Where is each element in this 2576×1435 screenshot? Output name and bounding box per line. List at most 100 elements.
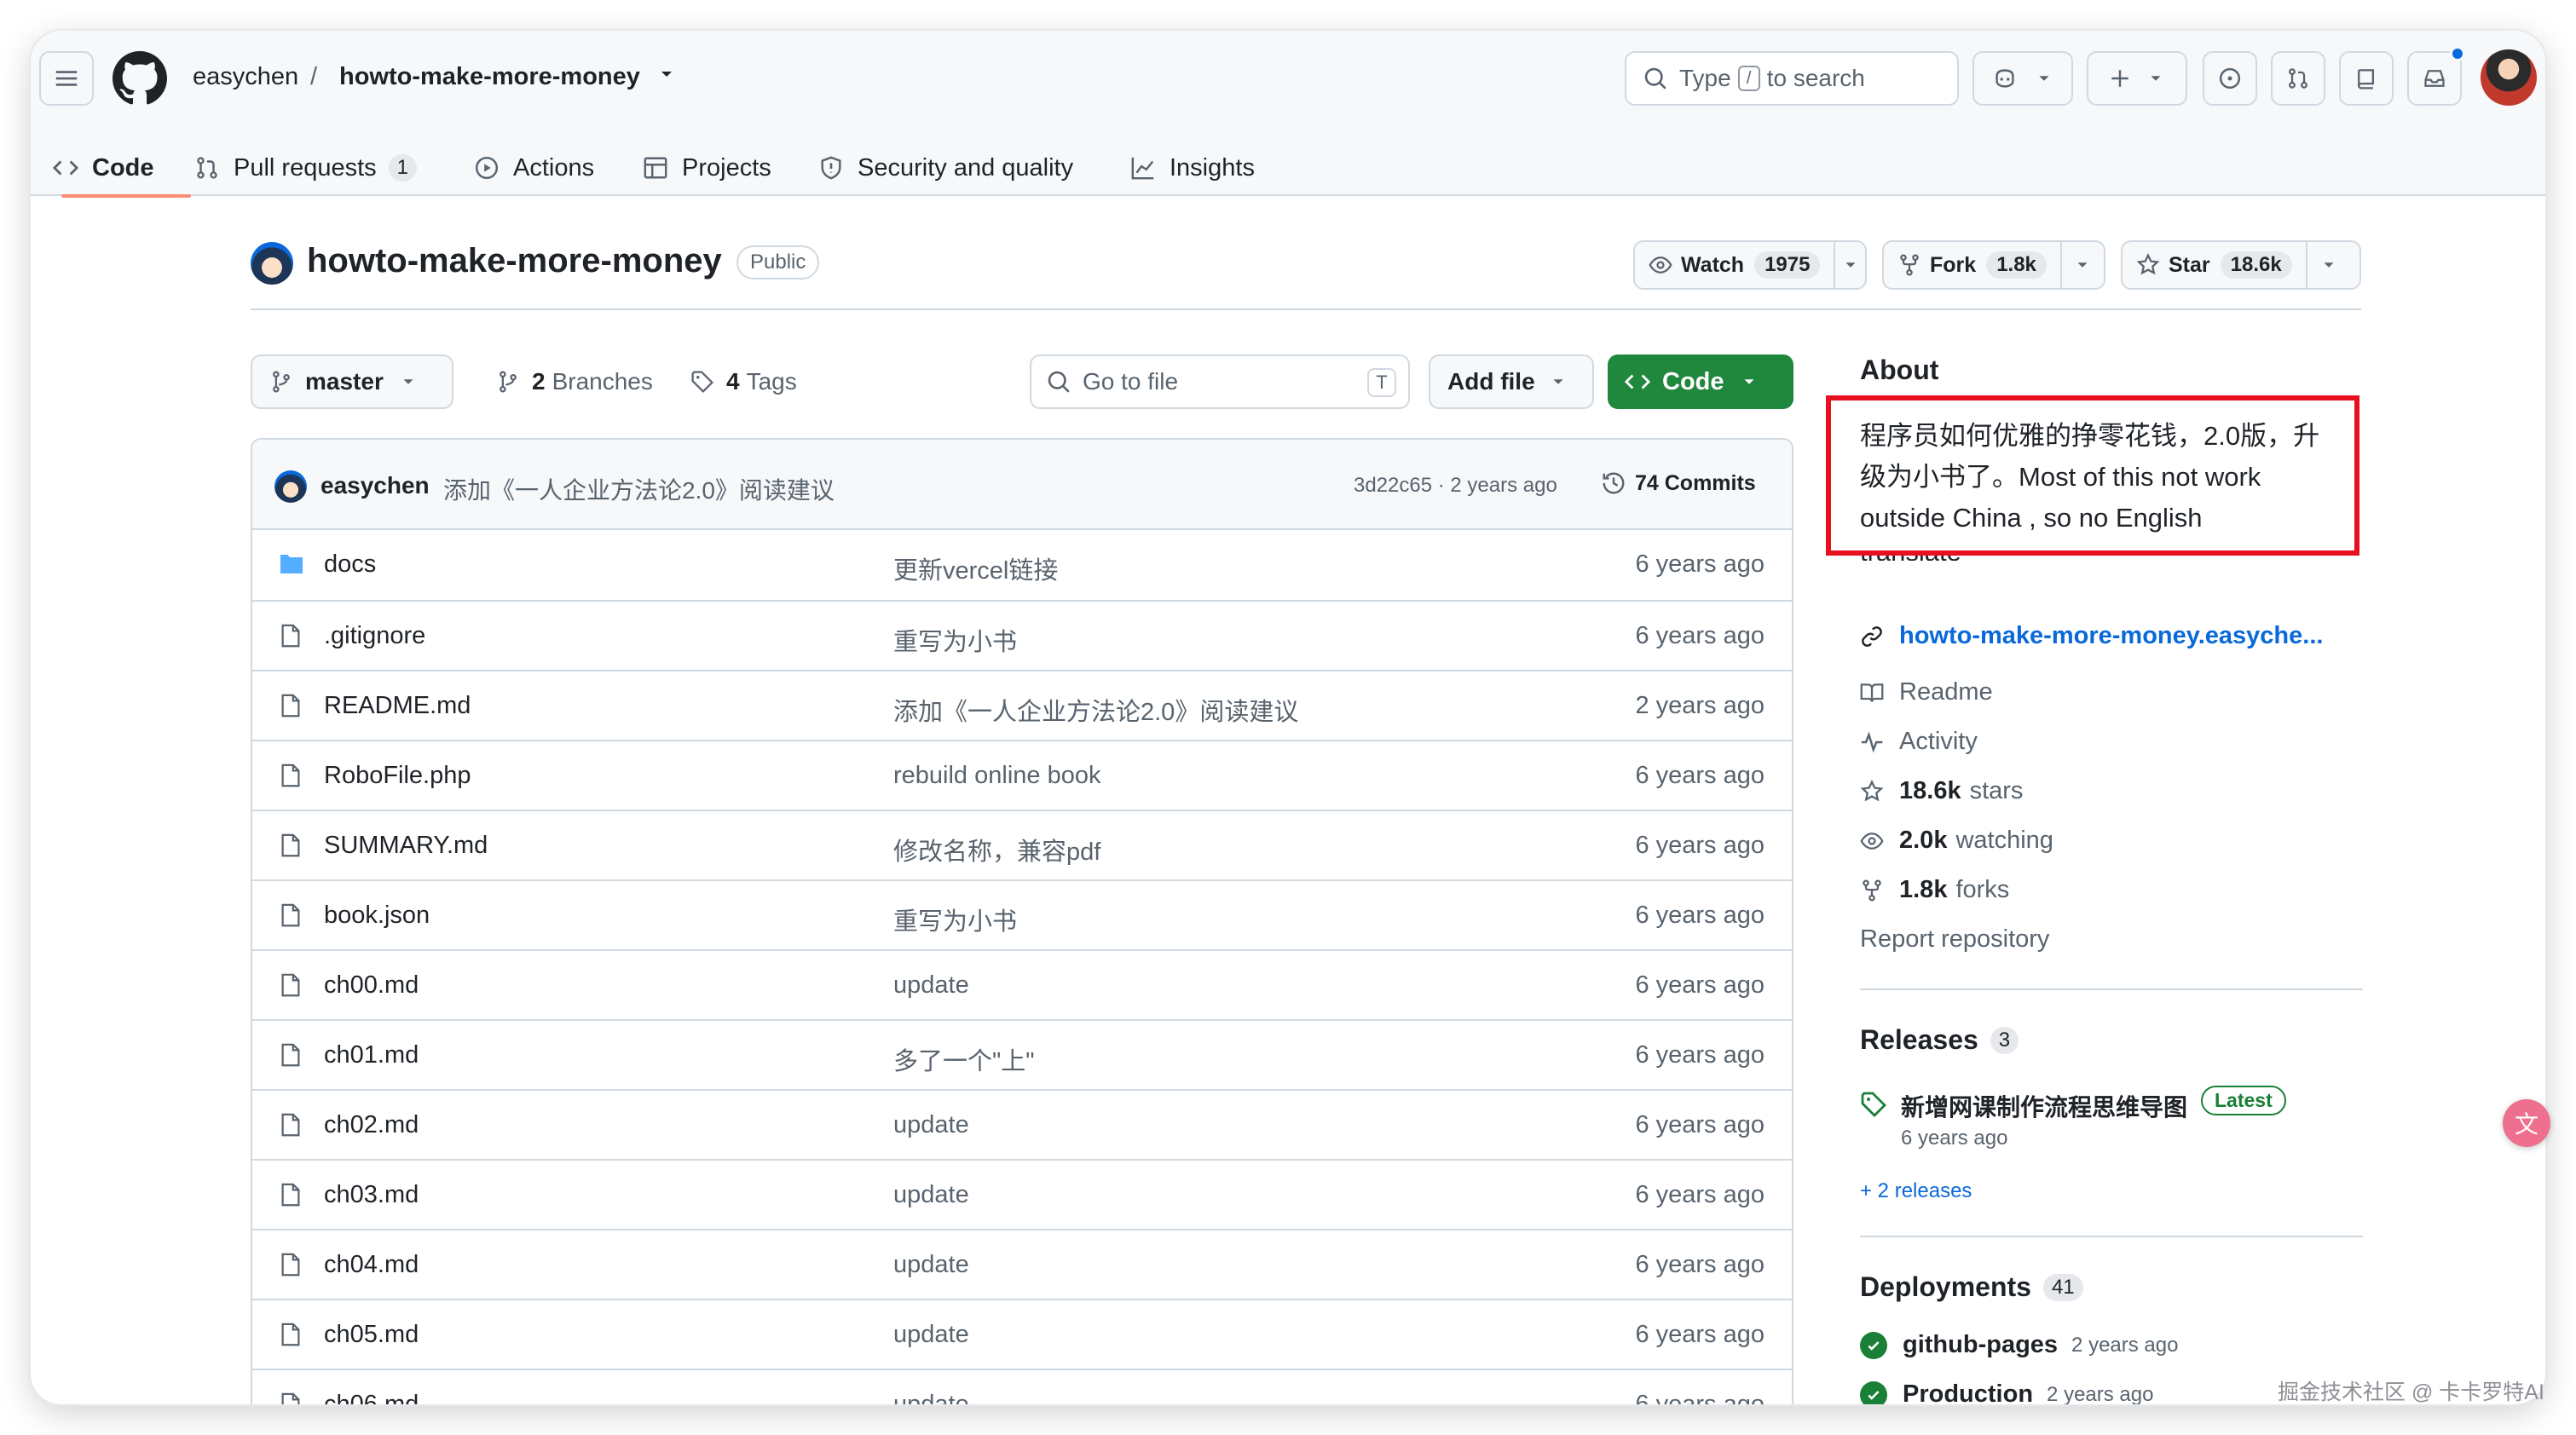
deployment-item[interactable]: github-pages 2 years ago	[1860, 1331, 2178, 1359]
file-name[interactable]: RoboFile.php	[324, 762, 471, 790]
file-name[interactable]: ch04.md	[324, 1251, 419, 1279]
file-commit-message[interactable]: 更新vercel链接	[893, 550, 1058, 586]
menu-button[interactable]	[39, 51, 94, 106]
commit-message[interactable]: 添加《一人企业方法论2.0》阅读建议	[443, 472, 835, 506]
report-repository-link[interactable]: Report repository	[1860, 925, 2049, 954]
owner-link[interactable]: easychen	[193, 63, 298, 91]
file-commit-message[interactable]: 添加《一人企业方法论2.0》阅读建议	[893, 692, 1298, 728]
branch-selector[interactable]: master	[251, 354, 453, 409]
create-new-button[interactable]	[2087, 51, 2187, 106]
tab-insights[interactable]: Insights	[1130, 140, 1255, 196]
tab-pull-requests[interactable]: Pull requests 1	[194, 140, 418, 196]
branches-link[interactable]: 2 Branches	[496, 368, 653, 395]
table-row[interactable]: book.json 重写为小书 6 years ago	[252, 879, 1792, 949]
add-file-button[interactable]: Add file	[1429, 354, 1594, 409]
tags-link[interactable]: 4 Tags	[690, 368, 797, 395]
table-row[interactable]: ch05.md update 6 years ago	[252, 1299, 1792, 1369]
fork-button[interactable]: Fork 1.8k	[1882, 240, 2105, 290]
file-commit-message[interactable]: update	[893, 1391, 969, 1404]
file-commit-message[interactable]: update	[893, 1181, 969, 1209]
file-name[interactable]: SUMMARY.md	[324, 832, 488, 860]
file-icon	[278, 1251, 303, 1282]
file-table: easychen 添加《一人企业方法论2.0》阅读建议 3d22c65 · 2 …	[251, 438, 1793, 1404]
repo-link[interactable]: howto-make-more-money	[339, 63, 640, 91]
file-icon	[278, 1181, 303, 1213]
file-name[interactable]: docs	[324, 550, 376, 579]
file-commit-message[interactable]: 多了一个"上"	[893, 1041, 1035, 1077]
eye-icon	[1860, 832, 1884, 850]
table-row[interactable]: SUMMARY.md 修改名称，兼容pdf 6 years ago	[252, 810, 1792, 879]
search-input[interactable]: Type / to search	[1625, 51, 1959, 106]
fork-dropdown[interactable]	[2062, 256, 2104, 274]
table-row[interactable]: ch03.md update 6 years ago	[252, 1159, 1792, 1229]
file-name[interactable]: .gitignore	[324, 622, 425, 650]
inbox-button[interactable]	[2407, 46, 2465, 106]
table-row[interactable]: docs 更新vercel链接 6 years ago	[252, 530, 1792, 600]
readme-link[interactable]: Readme	[1860, 678, 1993, 706]
table-row[interactable]: ch06.md update 6 years ago	[252, 1369, 1792, 1404]
file-name[interactable]: ch06.md	[324, 1391, 419, 1404]
latest-release-name[interactable]: 新增网课制作流程思维导图	[1901, 1089, 2187, 1123]
link-icon	[1862, 625, 1882, 647]
triangle-down-icon[interactable]	[656, 61, 677, 87]
file-name[interactable]: ch00.md	[324, 971, 419, 1000]
repo-owner-avatar[interactable]	[251, 242, 293, 285]
table-row[interactable]: ch00.md update 6 years ago	[252, 949, 1792, 1019]
commit-author[interactable]: easychen	[321, 472, 430, 499]
releases-heading[interactable]: Releases 3	[1860, 1024, 2019, 1056]
file-commit-message[interactable]: 重写为小书	[893, 622, 1017, 658]
file-icon	[278, 622, 303, 654]
file-commit-message[interactable]: 修改名称，兼容pdf	[893, 832, 1100, 867]
table-row[interactable]: ch02.md update 6 years ago	[252, 1089, 1792, 1159]
more-releases-link[interactable]: + 2 releases	[1860, 1179, 1972, 1203]
table-row[interactable]: .gitignore 重写为小书 6 years ago	[252, 600, 1792, 670]
tab-code[interactable]: Code	[53, 140, 191, 198]
file-commit-message[interactable]: update	[893, 971, 969, 1000]
watching-link[interactable]: 2.0k watching	[1860, 827, 2053, 855]
book-icon	[1860, 683, 1884, 702]
file-name[interactable]: README.md	[324, 692, 471, 720]
file-icon	[278, 762, 303, 793]
deployment-item[interactable]: Production 2 years ago	[1860, 1380, 2153, 1404]
file-name[interactable]: ch01.md	[324, 1041, 419, 1069]
file-commit-message[interactable]: update	[893, 1251, 969, 1279]
file-commit-message[interactable]: rebuild online book	[893, 762, 1100, 790]
star-button[interactable]: Star 18.6k	[2121, 240, 2361, 290]
forks-link[interactable]: 1.8k forks	[1860, 876, 2009, 904]
file-name[interactable]: ch03.md	[324, 1181, 419, 1209]
star-dropdown[interactable]	[2307, 256, 2350, 274]
activity-link[interactable]: Activity	[1860, 728, 1978, 756]
user-avatar[interactable]	[2481, 49, 2537, 106]
commit-author-avatar[interactable]	[274, 470, 307, 503]
stars-link[interactable]: 18.6k stars	[1860, 777, 2023, 805]
github-logo-icon[interactable]	[113, 51, 167, 106]
git-branch-icon	[500, 371, 517, 393]
commits-link[interactable]: 74 Commits	[1601, 470, 1756, 496]
deployments-heading[interactable]: Deployments 41	[1860, 1271, 2083, 1303]
issues-button[interactable]	[2203, 51, 2257, 106]
table-row[interactable]: README.md 添加《一人企业方法论2.0》阅读建议 2 years ago	[252, 670, 1792, 740]
file-commit-message[interactable]: update	[893, 1321, 969, 1349]
file-name[interactable]: ch02.md	[324, 1111, 419, 1139]
go-to-file-input[interactable]: Go to file T	[1030, 354, 1410, 409]
table-row[interactable]: ch04.md update 6 years ago	[252, 1229, 1792, 1299]
file-commit-message[interactable]: 重写为小书	[893, 902, 1017, 937]
repositories-button[interactable]	[2339, 51, 2394, 106]
table-row[interactable]: RoboFile.php rebuild online book 6 years a…	[252, 740, 1792, 810]
repo-title[interactable]: howto-make-more-money	[307, 242, 722, 280]
code-button[interactable]: Code	[1608, 354, 1793, 409]
file-name[interactable]: ch05.md	[324, 1321, 419, 1349]
file-commit-message[interactable]: update	[893, 1111, 969, 1139]
pull-requests-button[interactable]	[2271, 51, 2325, 106]
commit-hash-date[interactable]: 3d22c65 · 2 years ago	[1354, 474, 1557, 498]
tab-projects[interactable]: Projects	[643, 140, 771, 196]
file-name[interactable]: book.json	[324, 902, 430, 930]
copilot-button[interactable]	[1972, 51, 2073, 106]
translate-icon[interactable]: 文	[2503, 1099, 2550, 1147]
watch-dropdown[interactable]	[1835, 256, 1865, 274]
table-row[interactable]: ch01.md 多了一个"上" 6 years ago	[252, 1019, 1792, 1089]
homepage-link[interactable]: howto-make-more-money.easyche...	[1860, 622, 2323, 650]
tab-security[interactable]: Security and quality	[818, 140, 1073, 196]
tab-actions[interactable]: Actions	[474, 140, 594, 196]
watch-button[interactable]: Watch 1975	[1633, 240, 1867, 290]
